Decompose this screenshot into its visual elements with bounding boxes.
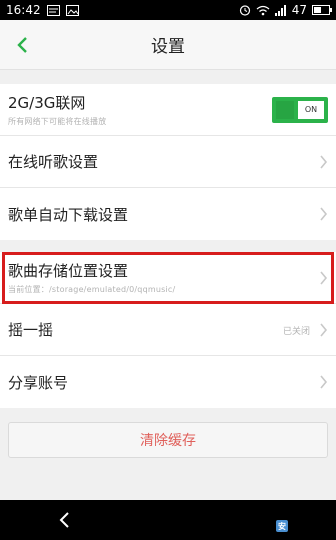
status-time: 16:42 bbox=[6, 3, 41, 17]
clear-cache-button[interactable]: 清除缓存 bbox=[8, 422, 328, 458]
back-arrow-icon bbox=[59, 512, 69, 528]
navigation-bar: 安 bbox=[0, 500, 336, 540]
clear-cache-label: 清除缓存 bbox=[140, 433, 196, 449]
playlist-download-label: 歌单自动下载设置 bbox=[8, 205, 129, 224]
page-title: 设置 bbox=[151, 37, 185, 57]
battery-percent: 47 bbox=[291, 3, 307, 17]
share-account-row[interactable]: 分享账号 bbox=[0, 356, 336, 408]
network-setting-row[interactable]: 2G/3G联网 所有网络下可能将在线播放 ON bbox=[0, 84, 336, 136]
wifi-icon bbox=[256, 5, 270, 15]
image-icon bbox=[65, 4, 79, 16]
chevron-right-icon bbox=[320, 154, 328, 169]
storage-location-row[interactable]: 歌曲存储位置设置 当前位置：/storage/emulated/0/qqmusi… bbox=[0, 252, 336, 304]
network-group: 2G/3G联网 所有网络下可能将在线播放 ON 在线听歌设置 歌单自动下载设置 bbox=[0, 84, 336, 240]
network-toggle[interactable]: ON bbox=[272, 96, 328, 123]
share-account-label: 分享账号 bbox=[8, 373, 69, 392]
battery-icon bbox=[312, 5, 332, 15]
chevron-right-icon bbox=[320, 375, 328, 389]
storage-label: 歌曲存储位置设置 bbox=[8, 262, 129, 280]
status-bar: 16:42 47 bbox=[0, 0, 336, 20]
online-listen-row[interactable]: 在线听歌设置 bbox=[0, 136, 336, 188]
chevron-right-icon bbox=[320, 207, 328, 221]
toggle-on-label: ON bbox=[298, 100, 324, 119]
watermark-icon: 安 bbox=[276, 520, 288, 532]
title-bar: 设置 bbox=[0, 20, 336, 70]
online-listen-label: 在线听歌设置 bbox=[8, 153, 99, 171]
alarm-icon bbox=[239, 5, 250, 16]
nav-back-button[interactable] bbox=[54, 508, 74, 532]
toggle-knob bbox=[276, 100, 294, 119]
shake-status: 已关闭 bbox=[282, 326, 310, 337]
playlist-download-row[interactable]: 歌单自动下载设置 bbox=[0, 188, 336, 240]
signal-icon bbox=[274, 4, 286, 16]
chevron-right-icon bbox=[320, 270, 328, 285]
notification-icon bbox=[46, 4, 60, 16]
storage-group: 歌曲存储位置设置 当前位置：/storage/emulated/0/qqmusi… bbox=[0, 252, 336, 408]
chevron-left-icon bbox=[17, 37, 27, 53]
shake-row[interactable]: 摇一摇 已关闭 bbox=[0, 304, 336, 356]
watermark-logo: 安 bbox=[276, 515, 334, 537]
storage-path: 当前位置：/storage/emulated/0/qqmusic/ bbox=[8, 285, 176, 294]
chevron-right-icon bbox=[320, 322, 328, 337]
back-button[interactable] bbox=[6, 28, 38, 62]
